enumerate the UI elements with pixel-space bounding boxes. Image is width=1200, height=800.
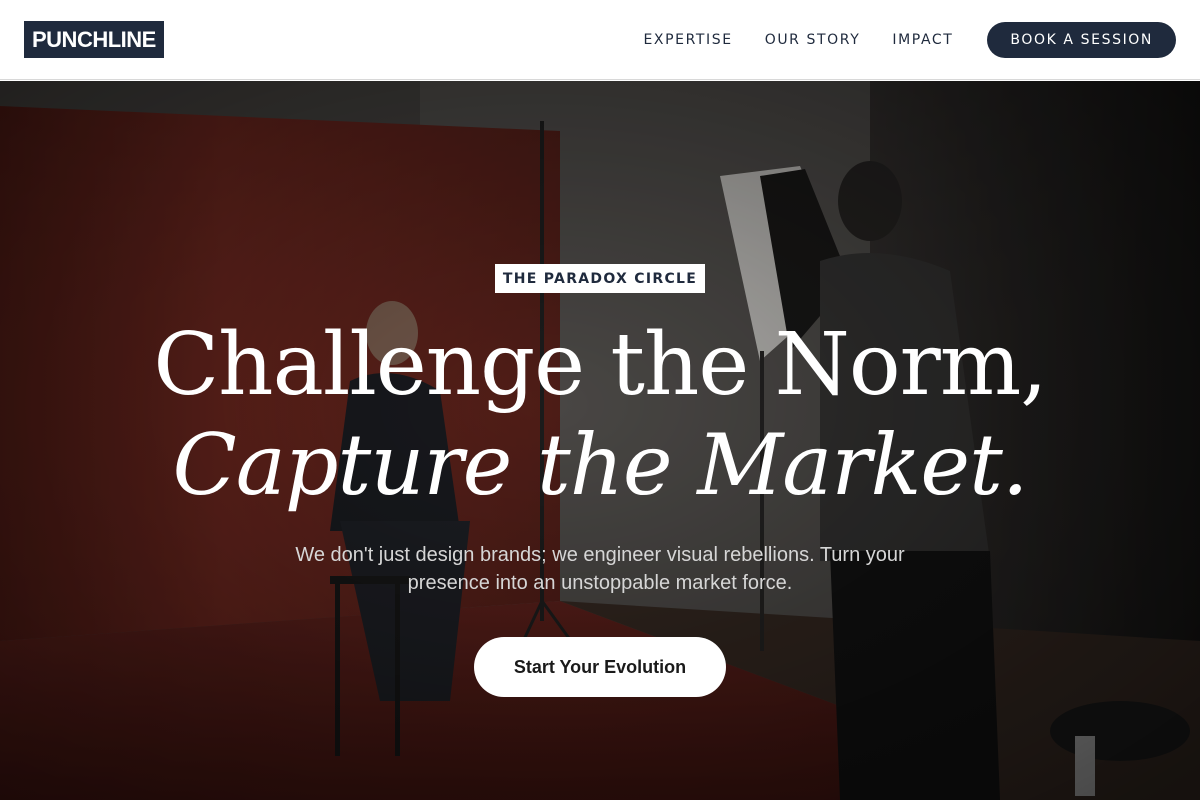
eyebrow-badge: THE PARADOX CIRCLE <box>495 264 705 293</box>
hero-section: THE PARADOX CIRCLE Challenge the Norm, C… <box>0 81 1200 800</box>
hero-headline-line2: Capture the Market. <box>172 416 1028 514</box>
hero-content: THE PARADOX CIRCLE Challenge the Norm, C… <box>0 81 1200 800</box>
nav-link-our-story[interactable]: OUR STORY <box>765 32 861 48</box>
nav-link-expertise[interactable]: EXPERTISE <box>643 32 732 48</box>
start-evolution-button[interactable]: Start Your Evolution <box>474 637 726 697</box>
book-session-button[interactable]: BOOK A SESSION <box>987 21 1176 58</box>
hero-headline-line1: Challenge the Norm, <box>153 315 1047 415</box>
site-header: PUNCHLINE EXPERTISE OUR STORY IMPACT BOO… <box>0 0 1200 80</box>
hero-subtext: We don't just design brands; we engineer… <box>295 544 905 594</box>
logo[interactable]: PUNCHLINE <box>24 21 164 58</box>
nav-link-impact[interactable]: IMPACT <box>892 32 953 48</box>
main-nav: EXPERTISE OUR STORY IMPACT BOOK A SESSIO… <box>643 21 1176 58</box>
